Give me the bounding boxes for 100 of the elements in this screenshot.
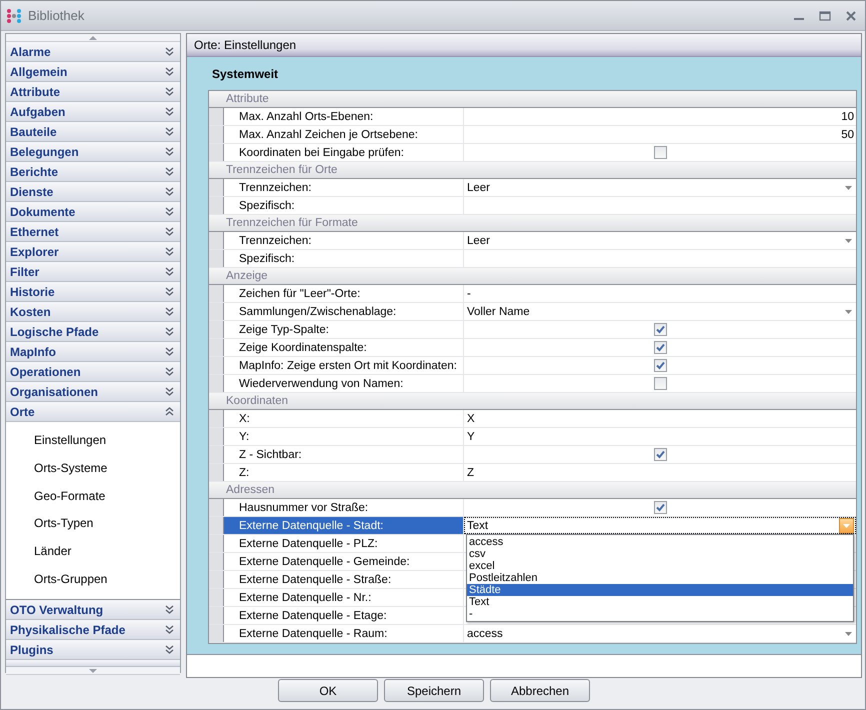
sidebar-section[interactable]: Plugins <box>6 640 180 660</box>
property-name[interactable]: Spezifisch: <box>224 250 464 267</box>
property-name[interactable]: Externe Datenquelle - Nr.: <box>224 589 464 606</box>
dropdown-option[interactable]: Text <box>467 596 853 608</box>
sidebar-section[interactable]: Aufgaben <box>6 102 180 122</box>
sidebar-section[interactable]: Ethernet <box>6 222 180 242</box>
sidebar-section[interactable]: Belegungen <box>6 142 180 162</box>
row-header[interactable] <box>209 589 224 606</box>
scroll-down-button[interactable] <box>6 667 180 675</box>
dropdown-option[interactable]: - <box>467 608 853 620</box>
property-name[interactable]: Externe Datenquelle - Stadt: <box>224 517 464 534</box>
dropdown-arrow-icon[interactable] <box>845 186 852 190</box>
row-header[interactable] <box>209 197 224 214</box>
scroll-up-icon[interactable] <box>89 36 97 40</box>
property-name[interactable]: Sammlungen/Zwischenablage: <box>224 303 464 320</box>
sidebar-section[interactable]: Allgemein <box>6 62 180 82</box>
checkbox[interactable] <box>654 341 667 354</box>
dropdown-arrow-icon[interactable] <box>845 310 852 314</box>
row-header[interactable] <box>209 607 224 624</box>
dropdown-option[interactable]: csv <box>467 548 853 560</box>
sidebar-section[interactable]: Kosten <box>6 302 180 322</box>
row-header[interactable] <box>209 571 224 588</box>
sidebar-section[interactable]: Bauteile <box>6 122 180 142</box>
row-header[interactable] <box>209 108 224 125</box>
dropdown-value[interactable]: Leer <box>467 182 490 194</box>
property-name[interactable]: Z: <box>224 464 464 481</box>
property-name[interactable]: X: <box>224 410 464 427</box>
property-name[interactable]: Max. Anzahl Zeichen je Ortsebene: <box>224 126 464 143</box>
sidebar-section[interactable]: Physikalische Pfade <box>6 620 180 640</box>
property-name[interactable]: Y: <box>224 428 464 445</box>
row-header[interactable] <box>209 517 224 534</box>
sidebar-item[interactable]: Geo-Formate <box>34 488 106 503</box>
sidebar-section[interactable] <box>6 660 180 667</box>
sidebar-item[interactable]: Orts-Typen <box>34 516 94 530</box>
row-header[interactable] <box>209 428 224 445</box>
property-name[interactable]: Hausnummer vor Straße: <box>224 499 464 516</box>
scroll-up-button[interactable] <box>6 34 180 42</box>
property-name[interactable]: Externe Datenquelle - Straße: <box>224 571 464 588</box>
property-name[interactable]: Spezifisch: <box>224 197 464 214</box>
row-header[interactable] <box>209 303 224 320</box>
dropdown-arrow-icon[interactable] <box>845 632 852 636</box>
sidebar-section[interactable]: Historie <box>6 282 180 302</box>
sidebar-section[interactable]: Explorer <box>6 242 180 262</box>
checkbox[interactable] <box>654 448 667 461</box>
sidebar-section[interactable]: Logische Pfade <box>6 322 180 342</box>
dropdown-option[interactable]: Städte <box>467 584 853 596</box>
row-header[interactable] <box>209 535 224 552</box>
category-header[interactable]: Adressen <box>209 482 856 499</box>
category-header[interactable]: Trennzeichen für Formate <box>209 215 856 232</box>
maximize-icon[interactable] <box>819 10 831 22</box>
sidebar-section[interactable]: Berichte <box>6 162 180 182</box>
property-name[interactable]: Externe Datenquelle - Gemeinde: <box>224 553 464 570</box>
checkbox[interactable] <box>654 323 667 336</box>
sidebar-item[interactable]: Orts-Gruppen <box>34 572 108 586</box>
checkbox[interactable] <box>654 359 667 372</box>
property-name[interactable]: Zeige Typ-Spalte: <box>224 321 464 338</box>
dropdown-button[interactable] <box>839 518 854 534</box>
row-header[interactable] <box>209 499 224 516</box>
row-header[interactable] <box>209 179 224 196</box>
sidebar-section[interactable]: Orte <box>6 402 180 422</box>
row-header[interactable] <box>209 464 224 481</box>
sidebar-item[interactable]: Länder <box>34 544 72 558</box>
category-header[interactable]: Koordinaten <box>209 393 856 410</box>
row-header[interactable] <box>209 553 224 570</box>
dropdown-option[interactable]: excel <box>467 560 853 572</box>
row-header[interactable] <box>209 625 224 642</box>
category-header[interactable]: Trennzeichen für Orte <box>209 162 856 179</box>
checkbox[interactable] <box>654 146 667 159</box>
property-name[interactable]: Z - Sichtbar: <box>224 446 464 463</box>
dialog-button[interactable]: OK <box>278 679 378 702</box>
property-value[interactable]: 10 <box>841 110 854 122</box>
close-icon[interactable] <box>845 10 857 22</box>
category-header[interactable]: Anzeige <box>209 268 856 285</box>
row-header[interactable] <box>209 357 224 374</box>
property-value[interactable]: X <box>467 412 475 424</box>
sidebar-section[interactable]: MapInfo <box>6 342 180 362</box>
property-name[interactable]: Trennzeichen: <box>224 179 464 196</box>
sidebar-section[interactable]: Dokumente <box>6 202 180 222</box>
dropdown-value[interactable]: Leer <box>467 234 490 246</box>
row-header[interactable] <box>209 144 224 161</box>
property-name[interactable]: Externe Datenquelle - PLZ: <box>224 535 464 552</box>
row-header[interactable] <box>209 446 224 463</box>
property-name[interactable]: Zeichen für "Leer"-Orte: <box>224 285 464 302</box>
sidebar-section[interactable]: Dienste <box>6 182 180 202</box>
dialog-button[interactable]: Speichern <box>384 679 484 702</box>
property-name[interactable]: Trennzeichen: <box>224 232 464 249</box>
property-name[interactable]: Koordinaten bei Eingabe prüfen: <box>224 144 464 161</box>
sidebar-section[interactable]: Attribute <box>6 82 180 102</box>
sidebar-item[interactable]: Orts-Systeme <box>34 460 108 475</box>
dropdown-value[interactable]: Text <box>467 520 488 532</box>
row-header[interactable] <box>209 250 224 267</box>
property-value[interactable]: Z <box>467 466 474 478</box>
property-value[interactable]: 50 <box>841 128 854 140</box>
sidebar-section[interactable]: Filter <box>6 262 180 282</box>
row-header[interactable] <box>209 126 224 143</box>
sidebar-section[interactable]: OTO Verwaltung <box>6 600 180 620</box>
row-header[interactable] <box>209 339 224 356</box>
property-name[interactable]: Zeige Koordinatenspalte: <box>224 339 464 356</box>
dropdown-option[interactable]: access <box>467 536 853 548</box>
property-name[interactable]: MapInfo: Zeige ersten Ort mit Koordinaten: <box>224 357 464 374</box>
